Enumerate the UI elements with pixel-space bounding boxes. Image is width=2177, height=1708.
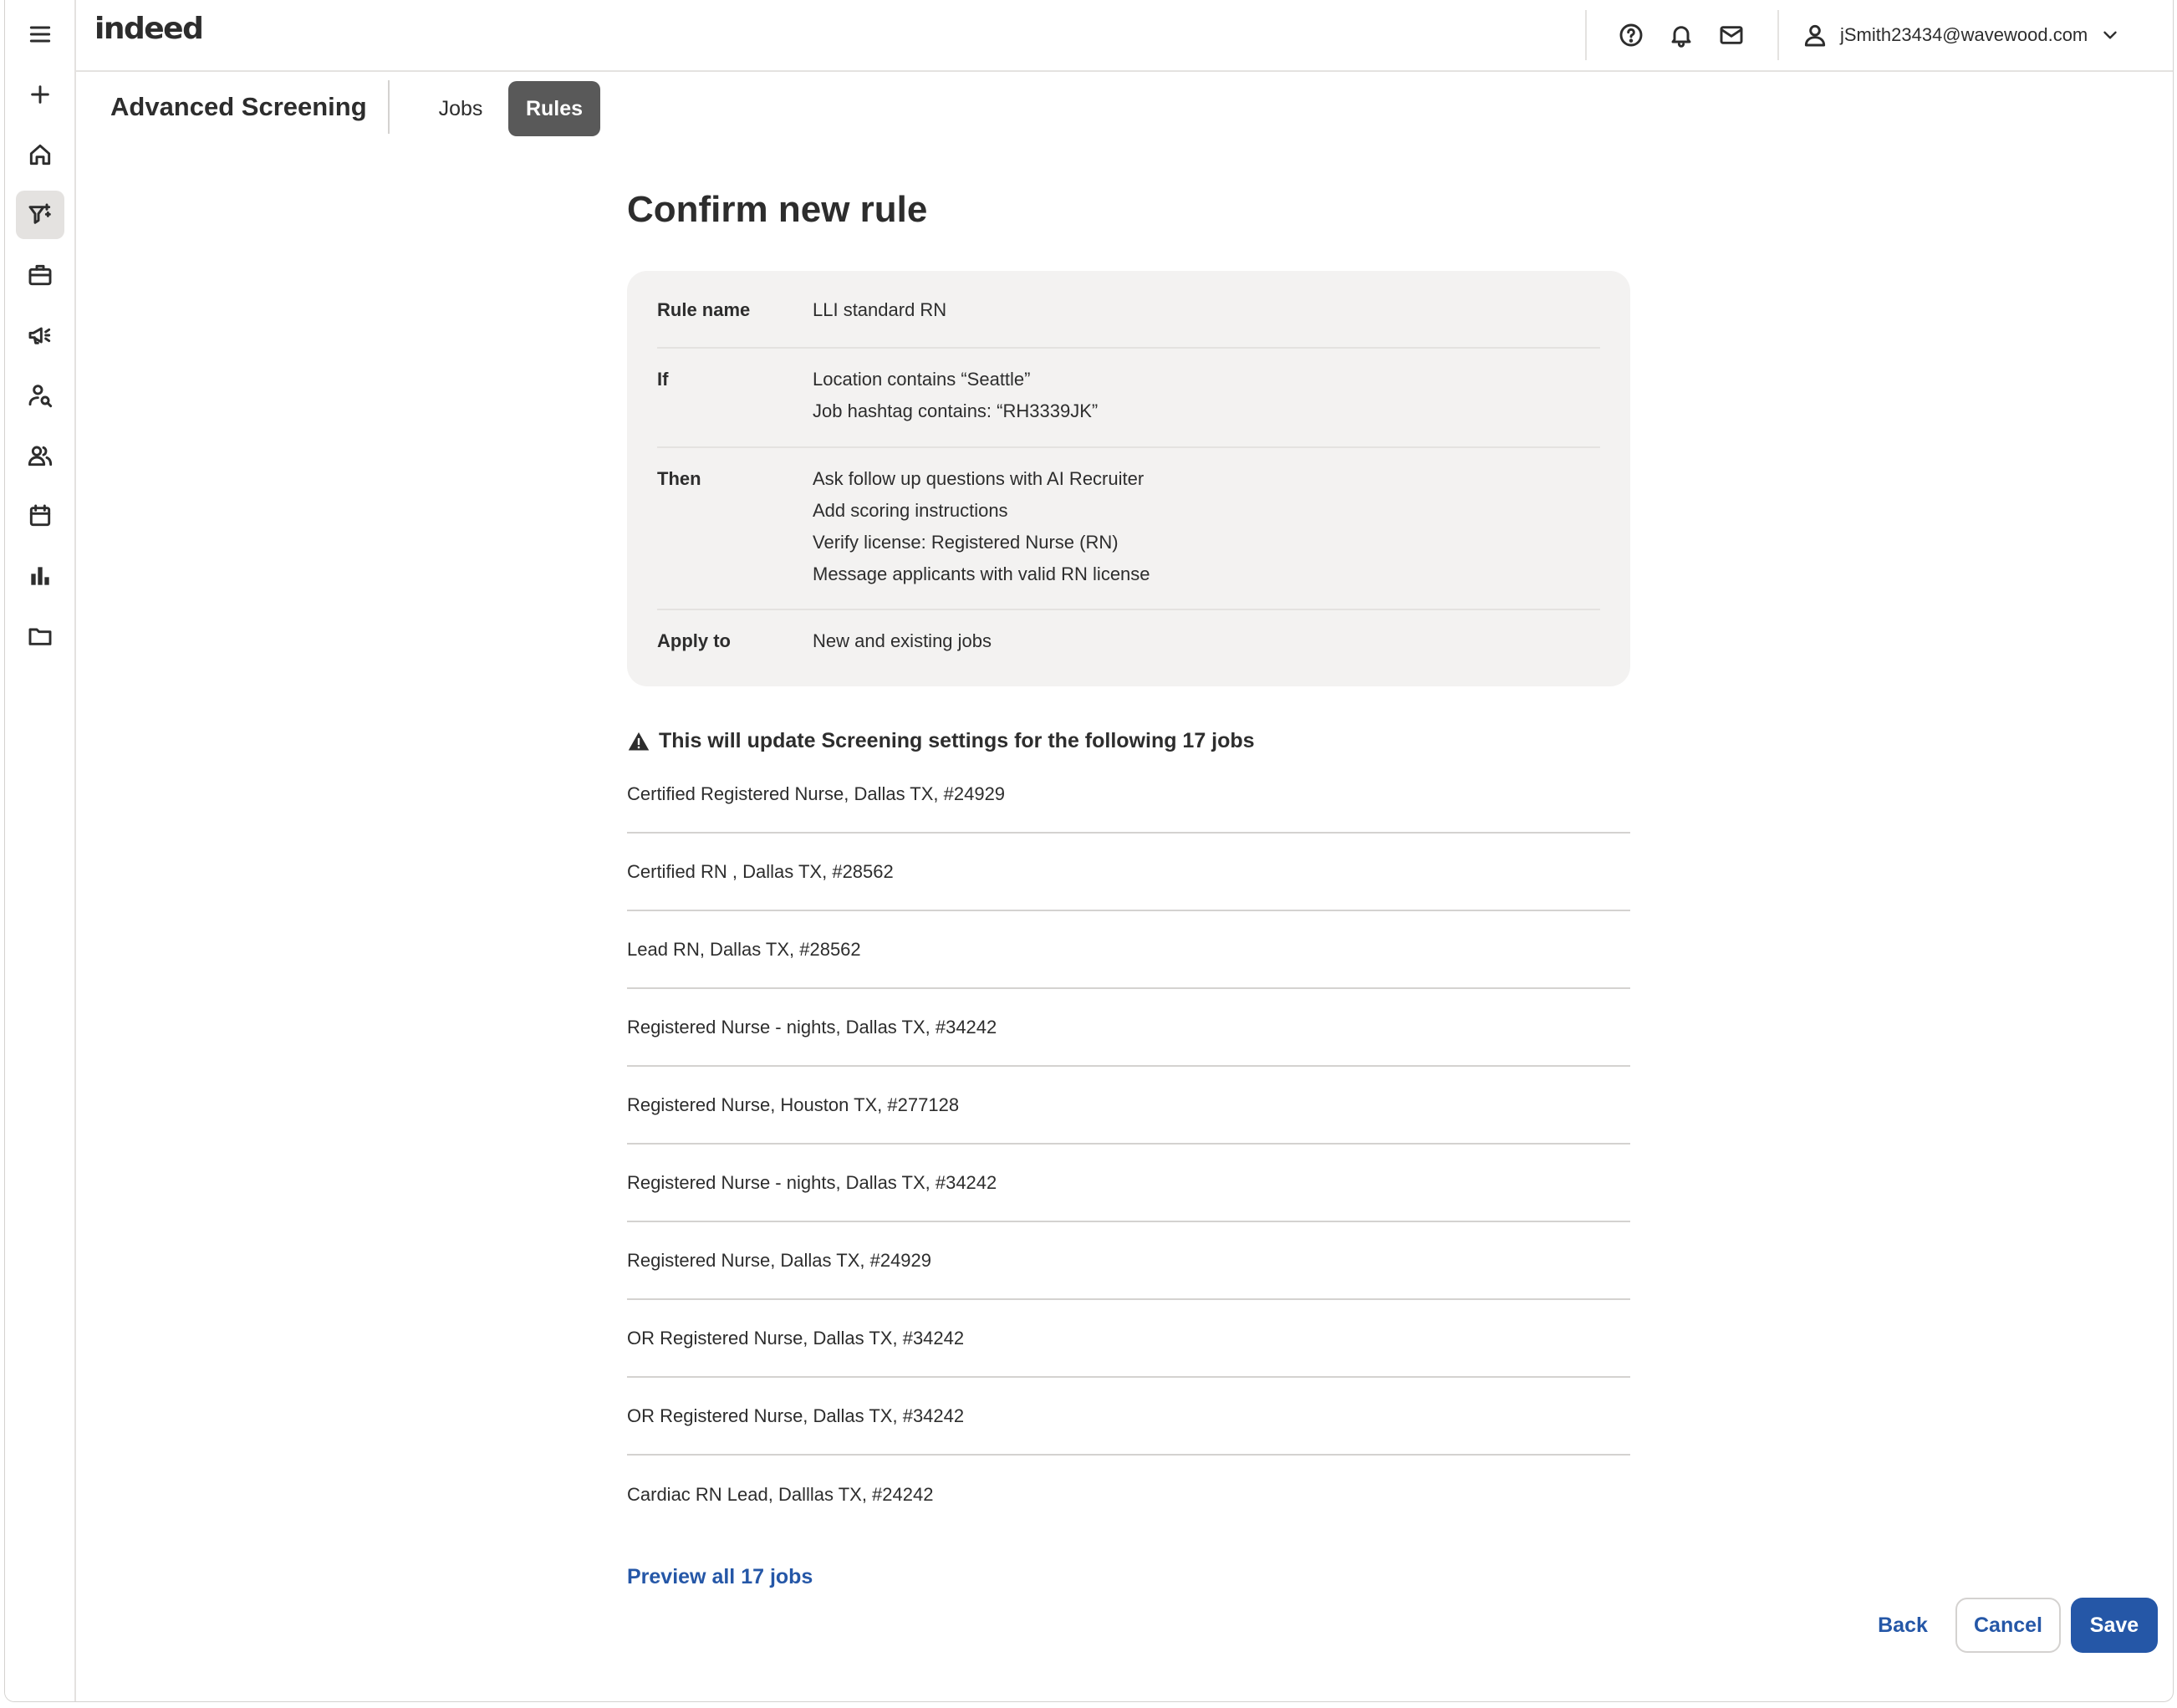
summary-value: LLI standard RN <box>813 299 947 320</box>
summary-label: Then <box>657 468 701 489</box>
list-item: Registered Nurse - nights, Dallas TX, #3… <box>627 989 1630 1067</box>
list-item: Certified RN , Dallas TX, #28562 <box>627 834 1630 911</box>
candidate-search-icon[interactable] <box>16 371 64 420</box>
summary-value: Location contains “Seattle” <box>813 369 1031 390</box>
summary-values: Location contains “Seattle” Job hashtag … <box>813 364 1098 427</box>
app-frame: indeed jSmith23434@wavewood.com Advanced… <box>4 0 2174 1702</box>
affected-jobs-list: Certified Registered Nurse, Dallas TX, #… <box>627 756 1630 1533</box>
list-item: OR Registered Nurse, Dallas TX, #34242 <box>627 1300 1630 1378</box>
warning-text: This will update Screening settings for … <box>659 729 1255 752</box>
briefcase-icon[interactable] <box>16 251 64 299</box>
list-item: Registered Nurse, Houston TX, #277128 <box>627 1067 1630 1145</box>
calendar-icon[interactable] <box>16 492 64 540</box>
list-item: Lead RN, Dallas TX, #28562 <box>627 911 1630 989</box>
summary-values: LLI standard RN <box>813 294 946 326</box>
folder-icon[interactable] <box>16 612 64 660</box>
summary-value: Job hashtag contains: “RH3339JK” <box>813 400 1099 421</box>
messages-mail-icon[interactable] <box>1715 18 1748 52</box>
summary-values: Ask follow up questions with AI Recruite… <box>813 463 1150 590</box>
save-button[interactable]: Save <box>2071 1598 2158 1653</box>
account-menu[interactable]: jSmith23434@wavewood.com <box>1802 15 2121 55</box>
screening-filter-icon[interactable] <box>16 191 64 239</box>
summary-row-then: Then Ask follow up questions with AI Rec… <box>657 448 1600 610</box>
summary-value: Message applicants with valid RN license <box>813 563 1150 584</box>
summary-label: Apply to <box>657 630 731 651</box>
summary-label: If <box>657 369 669 390</box>
tab-jobs[interactable]: Jobs <box>430 81 492 136</box>
list-item: OR Registered Nurse, Dallas TX, #34242 <box>627 1378 1630 1456</box>
section-title: Advanced Screening <box>110 92 367 121</box>
summary-row-apply-to: Apply to New and existing jobs <box>657 610 1600 685</box>
cancel-button[interactable]: Cancel <box>1955 1598 2061 1653</box>
page-title: Confirm new rule <box>627 189 928 230</box>
list-item: Certified Registered Nurse, Dallas TX, #… <box>627 756 1630 834</box>
topbar-divider <box>1777 10 1779 60</box>
account-email: jSmith23434@wavewood.com <box>1840 24 2088 45</box>
warning-triangle-icon <box>628 732 650 750</box>
user-icon <box>1804 24 1826 47</box>
notifications-bell-icon[interactable] <box>1665 18 1698 52</box>
subheader-divider <box>388 80 390 134</box>
summary-value: Add scoring instructions <box>813 500 1008 521</box>
home-icon[interactable] <box>16 130 64 179</box>
help-icon[interactable] <box>1614 18 1648 52</box>
summary-value: Ask follow up questions with AI Recruite… <box>813 468 1145 489</box>
summary-row-if: If Location contains “Seattle” Job hasht… <box>657 349 1600 448</box>
summary-values: New and existing jobs <box>813 625 992 657</box>
analytics-icon[interactable] <box>16 552 64 600</box>
logo-text: indeed <box>94 12 204 46</box>
topbar-divider <box>1585 10 1587 60</box>
megaphone-icon[interactable] <box>16 311 64 359</box>
list-item: Cardiac RN Lead, Dalllas TX, #24242 <box>627 1483 934 1505</box>
summary-value: New and existing jobs <box>813 630 992 651</box>
rule-summary-panel: Rule name LLI standard RN If Location co… <box>627 271 1630 686</box>
tab-rules[interactable]: Rules <box>508 81 600 136</box>
indeed-logo[interactable]: indeed <box>94 12 204 46</box>
warning-message: This will update Screening settings for … <box>627 729 1255 753</box>
left-nav-rail <box>5 0 76 1701</box>
summary-row-rule-name: Rule name LLI standard RN <box>657 271 1600 349</box>
top-bar: indeed jSmith23434@wavewood.com <box>74 0 2173 72</box>
summary-value: Verify license: Registered Nurse (RN) <box>813 532 1119 553</box>
list-item: Registered Nurse - nights, Dallas TX, #3… <box>627 1145 1630 1222</box>
back-button[interactable]: Back <box>1861 1598 1945 1653</box>
menu-icon[interactable] <box>16 10 64 59</box>
add-icon[interactable] <box>16 70 64 119</box>
people-icon[interactable] <box>16 431 64 480</box>
list-item: Registered Nurse, Dallas TX, #24929 <box>627 1222 1630 1300</box>
summary-label: Rule name <box>657 299 751 320</box>
preview-all-jobs-link[interactable]: Preview all 17 jobs <box>627 1565 813 1589</box>
chevron-down-icon <box>2103 31 2117 39</box>
